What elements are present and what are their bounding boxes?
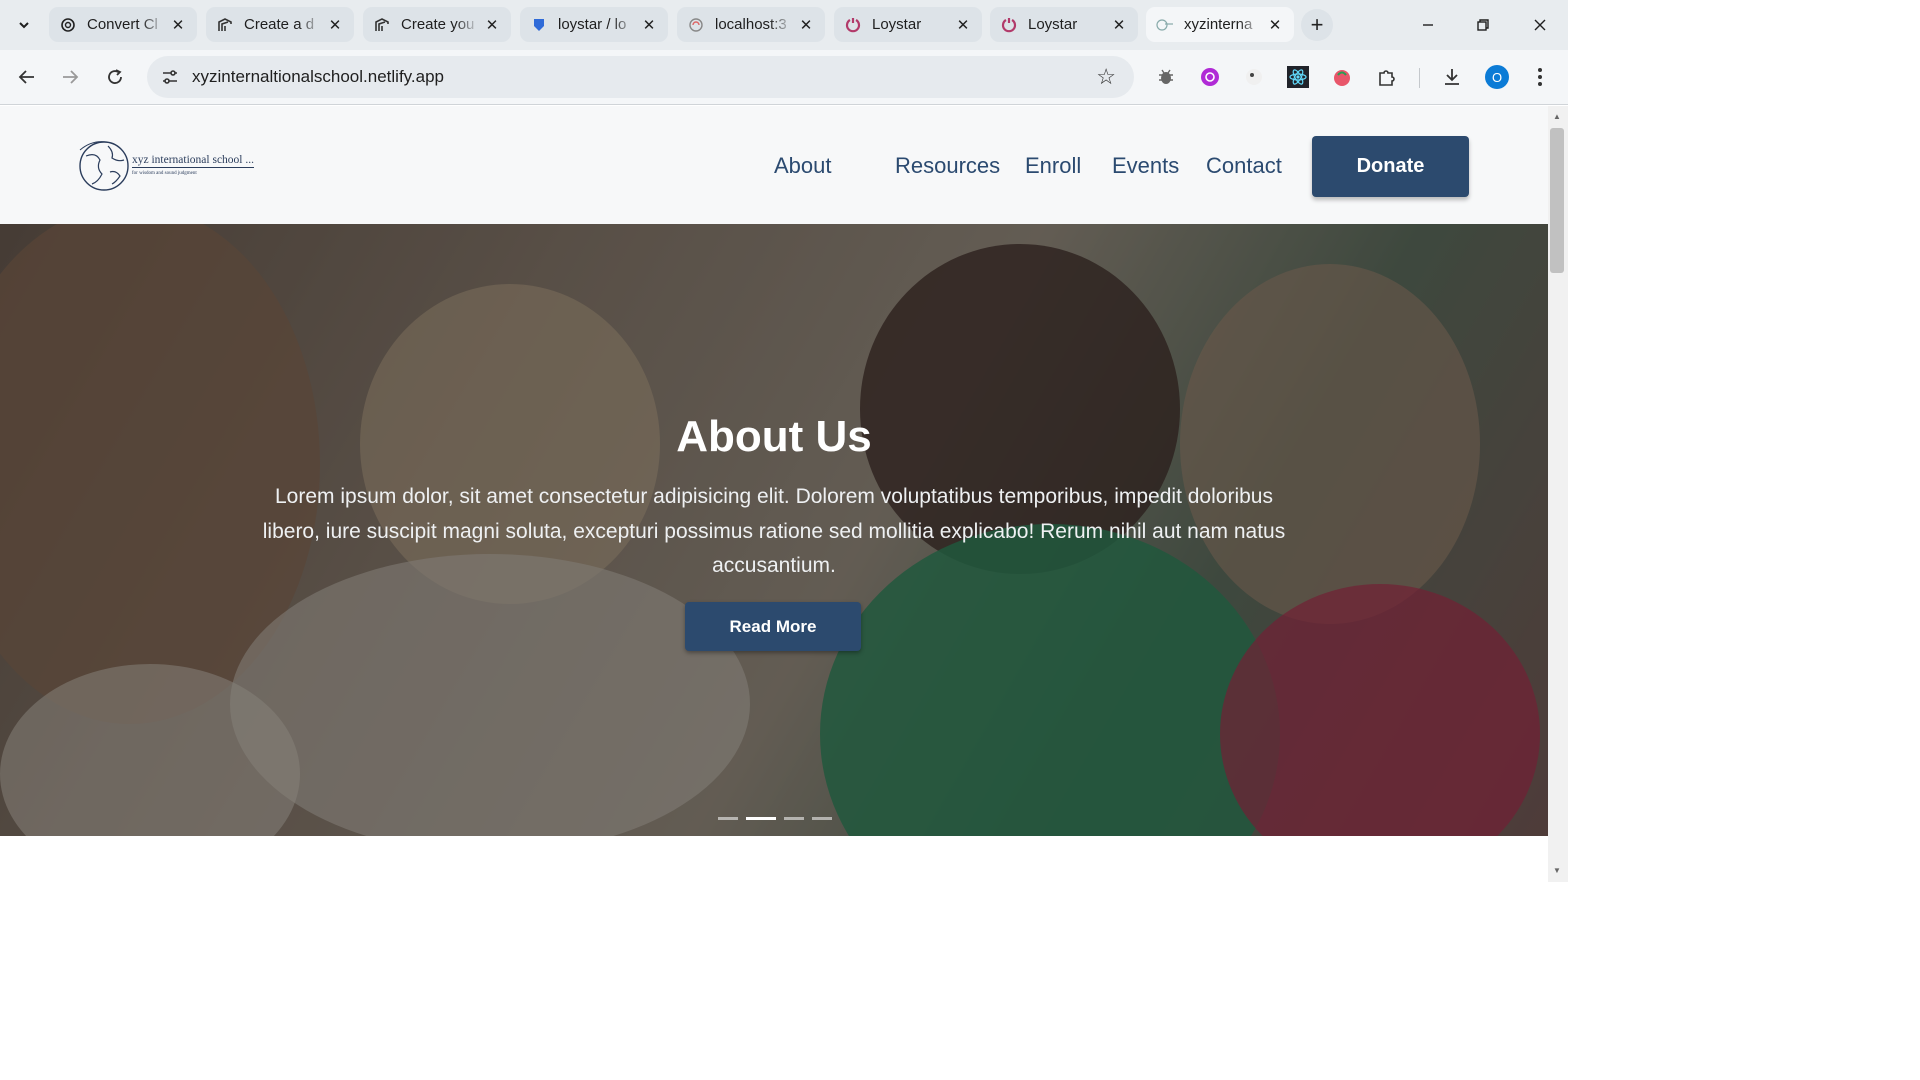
tab-search-button[interactable] <box>10 11 38 39</box>
carousel-dot-1[interactable] <box>718 817 738 820</box>
browser-tab-1[interactable]: Convert Cl ✕ <box>49 7 197 42</box>
forward-button[interactable] <box>56 63 84 91</box>
openai-icon <box>59 16 77 34</box>
hero-title: About Us <box>676 412 872 461</box>
loystar-icon <box>844 16 862 34</box>
carousel-dot-4[interactable] <box>812 817 832 820</box>
tab-strip: Convert Cl ✕ Create a d ✕ Create you ✕ l… <box>0 0 1568 50</box>
web-page: xyz international school ... for wisdom … <box>0 106 1548 882</box>
close-icon[interactable]: ✕ <box>1266 16 1284 34</box>
page-scrollbar[interactable]: ▲ ▼ <box>1548 106 1568 882</box>
menu-kebab-icon[interactable] <box>1528 65 1552 89</box>
url-text[interactable]: xyzinternaltionalschool.netlify.app <box>192 67 444 87</box>
browser-tab-5[interactable]: localhost:3 ✕ <box>677 7 825 42</box>
tab-title: loystar / lo <box>558 16 627 33</box>
redux-extension-icon[interactable] <box>1330 65 1354 89</box>
school-logo[interactable]: xyz international school ... for wisdom … <box>78 138 268 193</box>
site-header: xyz international school ... for wisdom … <box>0 106 1548 224</box>
close-icon <box>1534 19 1546 31</box>
address-bar[interactable]: xyzinternaltionalschool.netlify.app ☆ <box>147 56 1134 98</box>
globe-icon <box>687 16 705 34</box>
tab-title: Loystar <box>872 16 922 33</box>
tab-title: Create you <box>401 16 475 33</box>
github-icon <box>216 16 234 34</box>
carousel-indicators <box>0 817 1548 820</box>
extensions-puzzle-icon[interactable] <box>1375 65 1399 89</box>
nav-link-resources[interactable]: Resources <box>895 153 1000 179</box>
nav-link-about[interactable]: About <box>774 153 832 179</box>
back-button[interactable] <box>13 63 41 91</box>
nav-link-contact[interactable]: Contact <box>1206 153 1282 179</box>
arrow-left-icon <box>18 70 34 84</box>
react-devtools-icon[interactable] <box>1286 65 1310 89</box>
carousel-dot-3[interactable] <box>784 817 804 820</box>
plus-icon: + <box>1310 12 1324 37</box>
bug-extension-icon[interactable] <box>1154 65 1178 89</box>
browser-tab-6[interactable]: Loystar ✕ <box>834 7 982 42</box>
nav-link-events[interactable]: Events <box>1112 153 1179 179</box>
loystar-icon <box>1000 16 1018 34</box>
tab-title: Loystar <box>1028 16 1078 33</box>
browser-tab-4[interactable]: loystar / lo ✕ <box>520 7 668 42</box>
tab-title: Convert Cl <box>87 16 158 33</box>
close-icon[interactable]: ✕ <box>169 16 187 34</box>
scroll-up-arrow-icon[interactable]: ▲ <box>1552 112 1562 121</box>
hero-description: Lorem ipsum dolor, sit amet consectetur … <box>262 485 1286 577</box>
tab-title: localhost:3 <box>715 16 787 33</box>
browser-toolbar: xyzinternaltionalschool.netlify.app ☆ <box>0 50 1568 105</box>
browser-tab-3[interactable]: Create you ✕ <box>363 7 511 42</box>
site-settings-icon[interactable] <box>159 66 181 88</box>
logo-name: xyz international school ... <box>132 154 254 168</box>
close-icon[interactable]: ✕ <box>326 16 344 34</box>
github-icon <box>373 16 391 34</box>
logo-tagline: for wisdom and sound judgment <box>132 171 197 176</box>
browser-tab-7[interactable]: Loystar ✕ <box>990 7 1138 42</box>
carousel-dot-2-active[interactable] <box>746 817 776 820</box>
tab-title: Create a d <box>244 16 315 33</box>
hero-carousel: About Us Lorem ipsum dolor, sit amet con… <box>0 224 1548 836</box>
minimize-button[interactable] <box>1413 10 1443 40</box>
school-logo-icon <box>1156 16 1174 34</box>
close-icon[interactable]: ✕ <box>797 16 815 34</box>
bookmark-star-icon[interactable]: ☆ <box>1096 64 1116 90</box>
arrow-right-icon <box>63 70 79 84</box>
download-icon[interactable] <box>1440 65 1464 89</box>
close-icon[interactable]: ✕ <box>1110 16 1128 34</box>
restore-button[interactable] <box>1468 10 1498 40</box>
close-window-button[interactable] <box>1525 10 1555 40</box>
new-tab-button[interactable]: + <box>1301 9 1333 41</box>
close-icon[interactable]: ✕ <box>954 16 972 34</box>
tab-title: xyzinterna <box>1184 16 1253 33</box>
scrollbar-thumb[interactable] <box>1550 128 1564 273</box>
nav-link-enroll[interactable]: Enroll <box>1025 153 1081 179</box>
close-icon[interactable]: ✕ <box>483 16 501 34</box>
purple-extension-icon[interactable] <box>1198 65 1222 89</box>
donate-button[interactable]: Donate <box>1312 136 1469 197</box>
toolbar-divider <box>1419 68 1420 88</box>
close-icon[interactable]: ✕ <box>640 16 658 34</box>
restore-icon <box>1477 19 1489 31</box>
reload-button[interactable] <box>101 63 129 91</box>
scroll-down-arrow-icon[interactable]: ▼ <box>1552 866 1562 875</box>
chevron-down-icon <box>19 22 29 29</box>
profile-avatar[interactable]: O <box>1485 65 1509 89</box>
browser-tab-8-active[interactable]: xyzinterna ✕ <box>1146 7 1294 42</box>
shield-icon <box>530 16 548 34</box>
browser-tab-2[interactable]: Create a d ✕ <box>206 7 354 42</box>
globe-logo-icon <box>79 141 129 191</box>
read-more-button[interactable]: Read More <box>685 602 861 651</box>
reload-icon <box>108 69 122 84</box>
faded-extension-icon[interactable] <box>1242 65 1266 89</box>
minimize-icon <box>1423 24 1433 26</box>
